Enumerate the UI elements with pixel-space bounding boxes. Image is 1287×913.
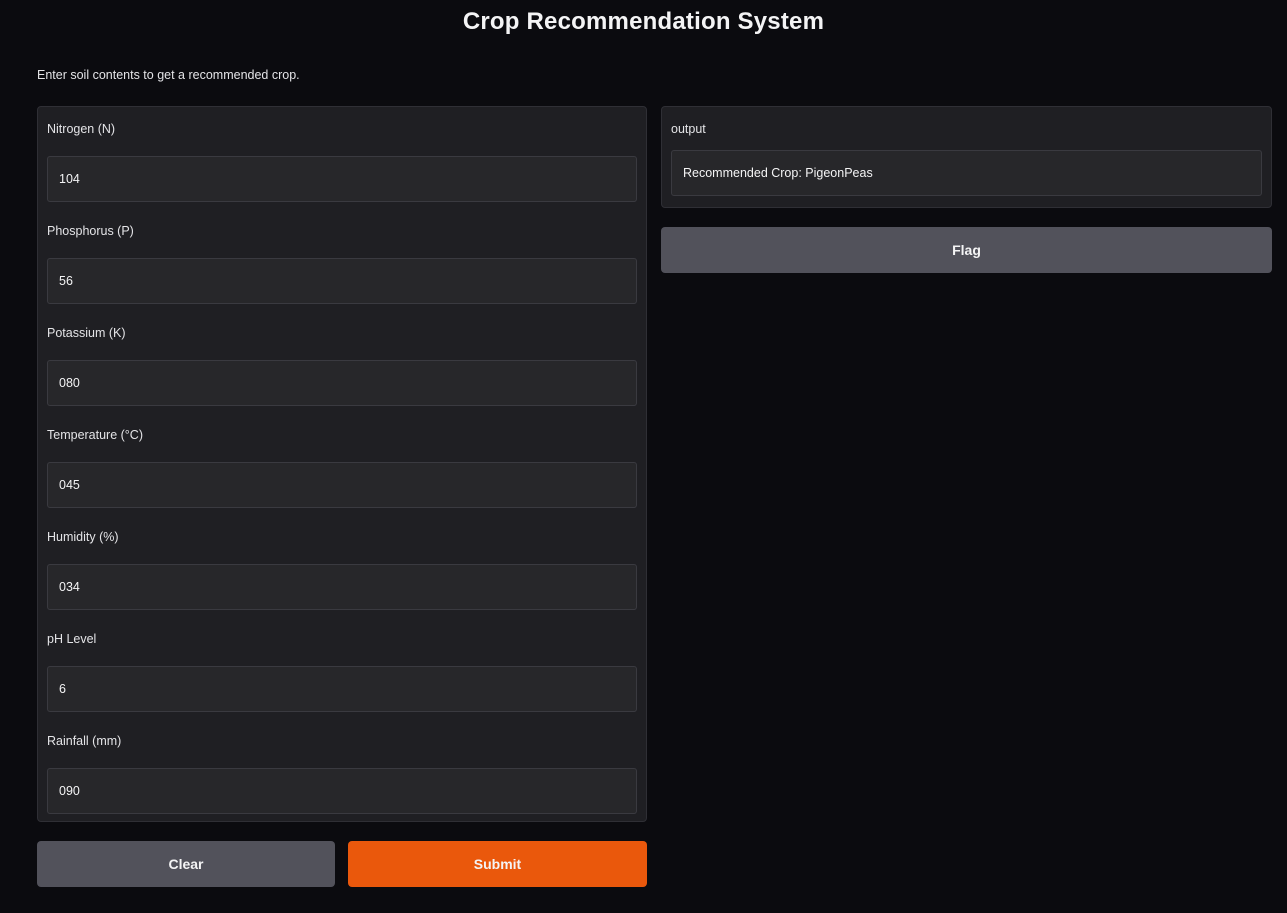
temperature-field-group: Temperature (°C) 045 [47,425,637,508]
rainfall-label: Rainfall (mm) [47,734,122,748]
input-panel: Nitrogen (N) 104 Phosphorus (P) 56 Potas… [37,106,647,822]
phosphorus-field-group: Phosphorus (P) 56 [47,221,637,304]
page-title: Crop Recommendation System [462,8,825,35]
potassium-input[interactable]: 080 [47,360,637,406]
humidity-field-group: Humidity (%) 034 [47,527,637,610]
app-page: Crop Recommendation System Enter soil co… [0,0,1287,913]
ph-field-group: pH Level 6 [47,629,637,712]
output-panel: output Recommended Crop: PigeonPeas [661,106,1272,208]
phosphorus-label: Phosphorus (P) [47,224,134,238]
phosphorus-input[interactable]: 56 [47,258,637,304]
potassium-field-group: Potassium (K) 080 [47,323,637,406]
nitrogen-label: Nitrogen (N) [47,122,116,136]
page-description: Enter soil contents to get a recommended… [37,68,300,82]
temperature-label: Temperature (°C) [47,428,143,442]
rainfall-field-group: Rainfall (mm) 090 [47,731,637,814]
humidity-label: Humidity (%) [47,530,119,544]
submit-button[interactable]: Submit [348,841,647,887]
potassium-label: Potassium (K) [47,326,126,340]
ph-input[interactable]: 6 [47,666,637,712]
clear-button[interactable]: Clear [37,841,335,887]
nitrogen-input[interactable]: 104 [47,156,637,202]
ph-label: pH Level [47,632,97,646]
output-label: output [671,122,706,136]
humidity-input[interactable]: 034 [47,564,637,610]
nitrogen-field-group: Nitrogen (N) 104 [47,119,637,202]
output-textbox[interactable]: Recommended Crop: PigeonPeas [671,150,1262,196]
rainfall-input[interactable]: 090 [47,768,637,814]
flag-button[interactable]: Flag [661,227,1272,273]
temperature-input[interactable]: 045 [47,462,637,508]
